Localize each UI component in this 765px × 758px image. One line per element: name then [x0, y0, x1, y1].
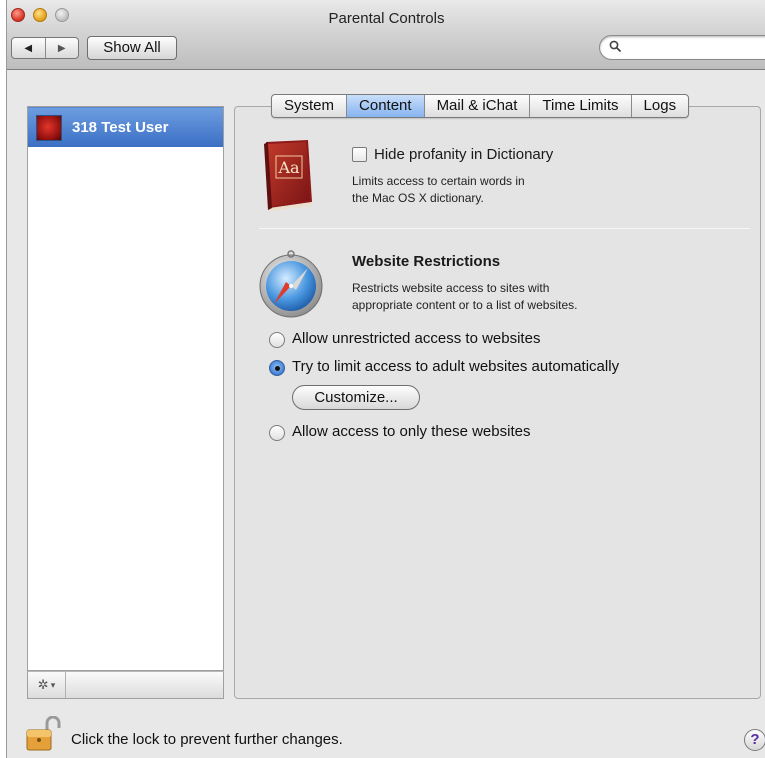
tab-system[interactable]: System — [272, 95, 348, 117]
website-description-line: appropriate content or to a list of webs… — [352, 298, 578, 312]
back-forward-control: ◀ ▶ — [11, 37, 79, 59]
gear-icon: ✲ — [37, 677, 49, 692]
chevron-down-icon: ▾ — [50, 679, 56, 690]
gear-menu-button[interactable]: ✲ ▾ — [28, 672, 66, 698]
lock-icon[interactable] — [25, 716, 65, 752]
search-field[interactable] — [599, 35, 765, 60]
back-button[interactable]: ◀ — [12, 38, 46, 58]
website-description-line: Restricts website access to sites with — [352, 281, 550, 295]
safari-compass-icon — [259, 250, 323, 318]
dictionary-icon: Aa — [264, 140, 312, 211]
user-avatar — [36, 115, 62, 141]
show-all-button[interactable]: Show All — [87, 36, 177, 60]
dictionary-description: Limits access to certain words in the Ma… — [352, 173, 525, 207]
user-list-footer: ✲ ▾ — [27, 671, 224, 699]
lock-status-text: Click the lock to prevent further change… — [71, 731, 343, 748]
dictionary-description-line: the Mac OS X dictionary. — [352, 191, 484, 205]
user-name: 318 Test User — [72, 119, 169, 136]
preferences-window: Parental Controls ◀ ▶ Show All 318 Test … — [6, 0, 765, 758]
forward-button[interactable]: ▶ — [46, 38, 79, 58]
radio-label-limit-adult[interactable]: Try to limit access to adult websites au… — [292, 358, 619, 375]
tab-logs[interactable]: Logs — [632, 95, 689, 117]
customize-button[interactable]: Customize... — [292, 385, 420, 410]
window-title: Parental Controls — [328, 10, 445, 27]
help-button[interactable]: ? — [744, 729, 765, 751]
hide-profanity-label[interactable]: Hide profanity in Dictionary — [374, 146, 553, 163]
hide-profanity-checkbox[interactable] — [352, 147, 367, 162]
radio-only-these-websites[interactable] — [269, 425, 285, 441]
search-icon — [609, 40, 621, 52]
tab-bar: System Content Mail & iChat Time Limits … — [271, 94, 690, 118]
user-list: 318 Test User — [27, 106, 224, 671]
radio-label-only-these-websites[interactable]: Allow access to only these websites — [292, 423, 530, 440]
dictionary-description-line: Limits access to certain words in — [352, 174, 525, 188]
radio-label-allow-unrestricted[interactable]: Allow unrestricted access to websites — [292, 330, 540, 347]
radio-allow-unrestricted[interactable] — [269, 332, 285, 348]
tab-content[interactable]: Content — [347, 95, 425, 117]
website-restrictions-title: Website Restrictions — [352, 253, 501, 270]
section-divider — [259, 228, 750, 229]
tab-time-limits[interactable]: Time Limits — [530, 95, 632, 117]
tab-mail-ichat[interactable]: Mail & iChat — [425, 95, 531, 117]
dictionary-icon-text: Aa — [277, 158, 300, 177]
radio-limit-adult[interactable] — [269, 360, 285, 376]
user-list-item-selected[interactable]: 318 Test User — [28, 107, 223, 147]
titlebar: Parental Controls ◀ ▶ Show All — [7, 0, 765, 70]
website-restrictions-description: Restricts website access to sites with a… — [352, 280, 577, 314]
